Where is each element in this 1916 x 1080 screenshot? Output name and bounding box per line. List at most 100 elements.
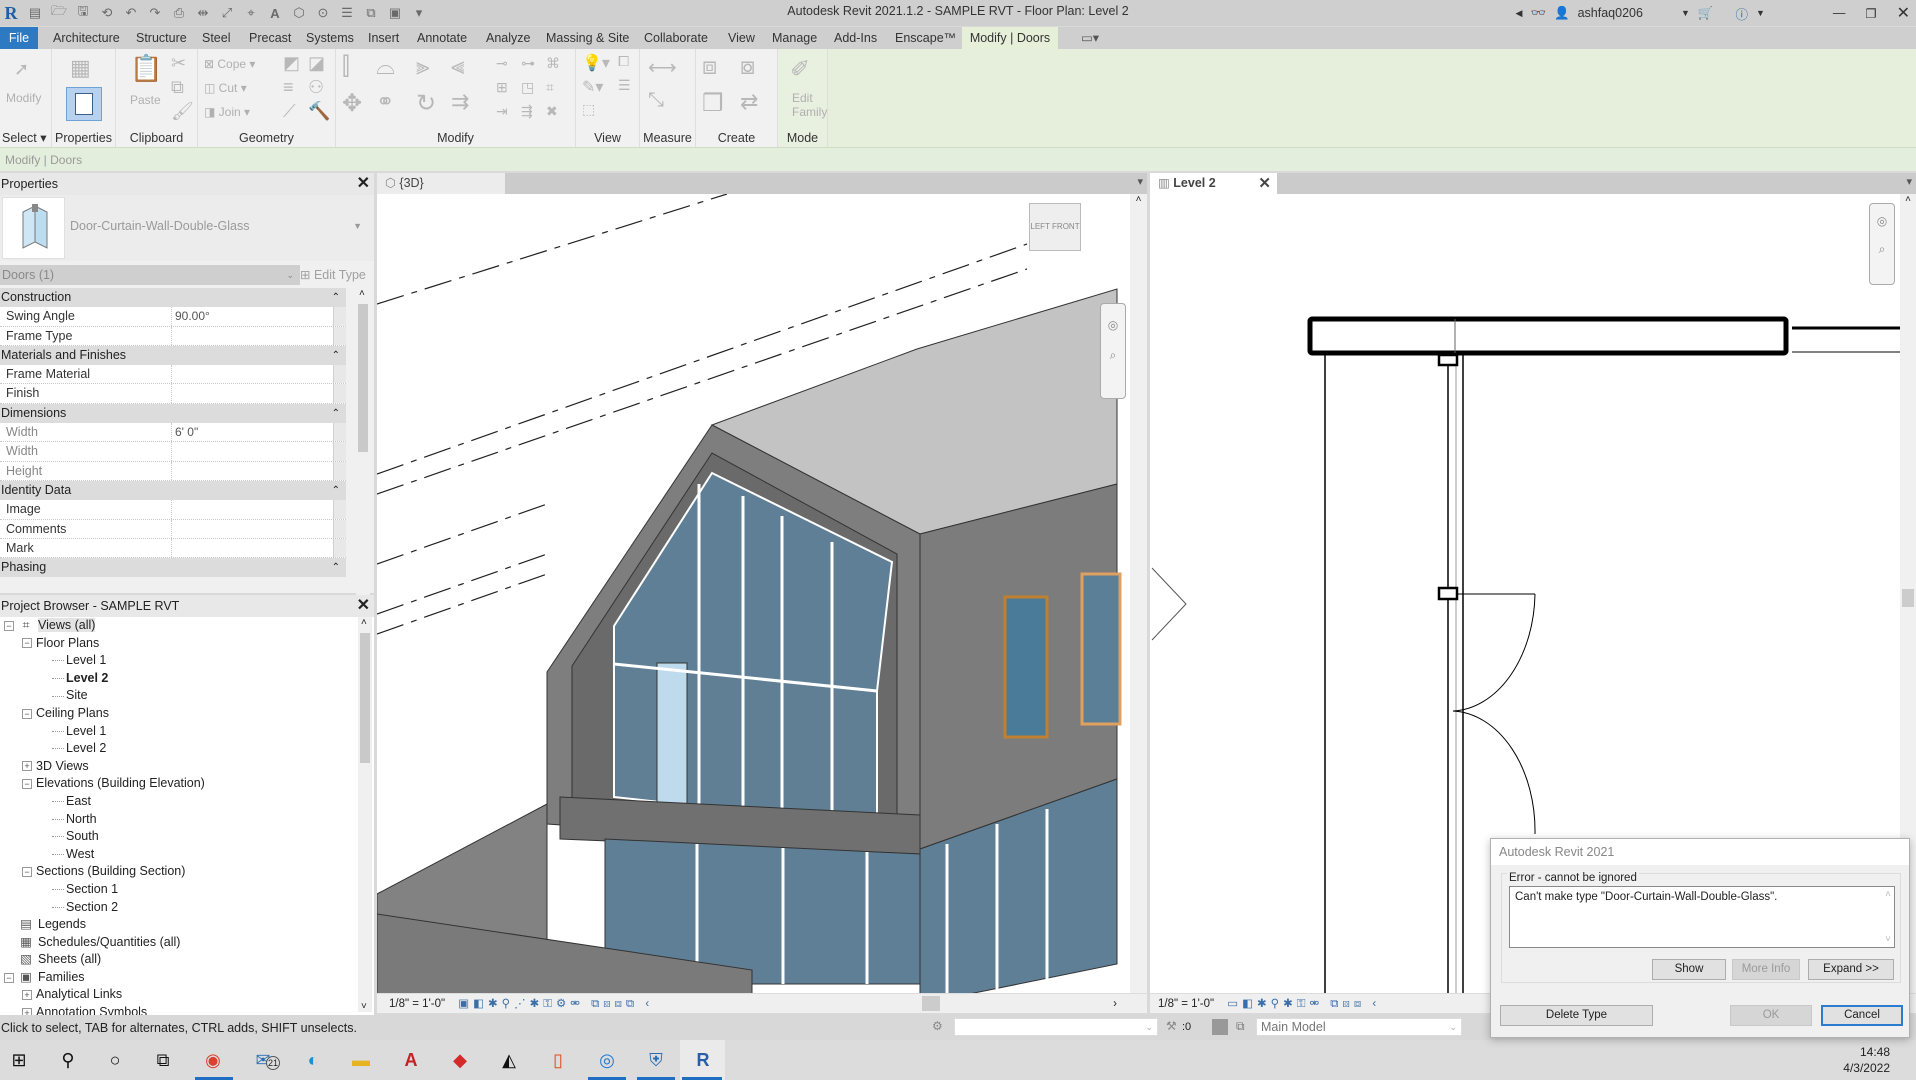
tab-collaborate[interactable]: Collaborate [638,27,714,49]
view-control-icons[interactable]: ▣◧✱⚲⋰✱⚿⚙⚮ ⧉⧇⧈⧉ ‹ [458,998,653,1010]
help-dropdown-icon[interactable]: ▼ [1756,8,1765,18]
property-value[interactable] [172,538,334,558]
browser-item[interactable]: Level 1 [0,723,356,741]
unpin-icon[interactable]: ⌘ [546,55,560,72]
split-element-icon[interactable]: ⊸ [496,55,508,72]
linework-icon[interactable]: ⟋ [283,101,296,122]
workset-dropdown[interactable]: ⌄ [954,1018,1158,1036]
browser-item[interactable]: ▤ Legends [0,916,356,934]
scrollbar-thumb[interactable] [1902,589,1914,607]
property-category[interactable]: Phasing ⌃ [0,558,346,578]
view-menu-icon[interactable]: ▾ [1906,175,1912,188]
copy-icon[interactable]: ⧉ [171,77,184,98]
view-control-icons[interactable]: ▭◧✱⚲✱⚿⚮ ⧉⧇⧈ ‹ [1227,998,1380,1010]
tab-3d-view[interactable]: ⬡ {3D} [377,173,505,194]
array-icon[interactable]: ⊞ [496,79,508,96]
paste-icon[interactable]: 📋 [130,53,162,84]
2d-wheel-icon[interactable]: ◎ [1870,214,1894,228]
start-icon[interactable]: ⊞ [6,1048,32,1072]
steering-wheel-icon[interactable]: ◎ [1101,318,1125,332]
properties-toggle-button[interactable] [66,87,102,121]
browser-item[interactable]: − Ceiling Plans [0,705,356,723]
mail-icon[interactable]: ✉ 21 [250,1048,280,1072]
tab-massing-site[interactable]: Massing & Site [540,27,635,49]
3d-model-canvas[interactable] [377,194,1129,994]
scroll-up-icon[interactable]: ˄ [1885,889,1891,900]
property-value[interactable] [172,384,334,403]
create-parts-icon[interactable]: ⧇ [740,53,755,81]
tab-annotate[interactable]: Annotate [411,27,473,49]
mirror-draw-axis-icon[interactable]: ⫷ [451,53,465,81]
close-icon[interactable]: ✕ [357,595,370,617]
browser-item[interactable]: Level 1 [0,652,356,670]
collapse-icon[interactable]: − [22,867,32,878]
task-view-icon[interactable]: ⧉ [150,1048,176,1072]
browser-item[interactable]: +3D Views [0,758,356,776]
create-similar-icon[interactable]: ⇄ [740,89,758,115]
tab-enscape[interactable]: Enscape™ [889,27,962,49]
expand-icon[interactable]: + [22,761,32,772]
worksets-icon[interactable]: ⚙ [932,1019,943,1033]
property-category[interactable]: Materials and Finishes ⌃ [0,345,346,366]
tab-file[interactable]: File [0,27,38,49]
tab-modify-doors[interactable]: Modify | Doors [962,27,1058,49]
thin-lines-view-icon[interactable]: ☰ [618,77,631,94]
tab-steel[interactable]: Steel [196,27,237,49]
security-shield-icon[interactable]: ⛨ [643,1048,669,1072]
pin-icon[interactable]: ⌗ [546,79,554,96]
exclude-options-icon[interactable]: ⧉ [1236,1019,1245,1034]
close-window-button[interactable]: ✕ [1897,3,1910,23]
paint-icon[interactable]: ◪ [308,53,325,74]
collapse-icon[interactable]: ⌃ [332,288,340,307]
rhino-icon[interactable]: ◭ [496,1048,522,1072]
tab-view[interactable]: View [722,27,761,49]
type-selector[interactable]: Door-Curtain-Wall-Double-Glass ▼ [0,195,374,261]
collapse-icon[interactable]: − [22,779,32,790]
cut-geometry-button[interactable]: ◫ Cut ▾ [204,81,247,95]
ok-button[interactable]: OK [1730,1005,1812,1026]
navigation-bar[interactable]: ◎ ⌕ [1100,303,1126,399]
scrollbar-thumb[interactable] [358,304,368,452]
collapse-icon[interactable]: − [4,620,14,631]
scroll-right-icon[interactable]: › [1113,994,1117,1014]
system-clock[interactable]: 14:48 4/3/2022 [1843,1044,1890,1076]
file-explorer-icon[interactable]: ▬ [348,1048,374,1072]
expand-button[interactable]: Expand >> [1808,959,1894,980]
tab-structure[interactable]: Structure [130,27,193,49]
design-options-icon[interactable]: ⚒ [1166,1019,1177,1033]
create-assembly-icon[interactable]: ⧈ [702,53,717,81]
browser-item[interactable]: Level 2 [0,740,356,758]
viewcube[interactable]: LEFT FRONT [1029,203,1081,251]
horizontal-scrollbar-thumb[interactable] [922,996,940,1011]
instance-filter-dropdown[interactable]: Doors (1) ⌄ [0,265,300,285]
type-dropdown-icon[interactable]: ▼ [353,221,362,231]
browser-item[interactable]: West [0,846,356,864]
tab-precast[interactable]: Precast [243,27,297,49]
property-value[interactable] [172,500,334,519]
restore-button[interactable]: ❐ [1865,6,1876,21]
view-menu-icon[interactable]: ▾ [1137,175,1143,188]
close-icon[interactable]: ✕ [357,173,370,195]
browser-item[interactable]: South [0,828,356,846]
cope-button[interactable]: ⊠ Cope ▾ [204,57,255,71]
view-scale[interactable]: 1/8" = 1'-0" [389,998,445,1010]
navigation-bar[interactable]: ◎ ⌕ [1869,203,1895,285]
type-properties-icon[interactable]: ▦ [70,55,91,81]
sketchup-icon[interactable]: ◆ [447,1048,473,1072]
expand-arrow-icon[interactable]: ◀ [1516,8,1523,19]
edge-icon[interactable]: ◐ [300,1048,326,1072]
offset-icon[interactable]: ⌓ [376,53,395,81]
scroll-down-icon[interactable]: ˅ [361,1001,367,1012]
browser-item[interactable]: Section 2 [0,899,356,917]
vertical-scrollbar[interactable]: ˄ [1130,194,1147,993]
binoculars-icon[interactable]: 👓 [1530,6,1546,21]
show-button[interactable]: Show [1652,959,1726,980]
trim-single-icon[interactable]: ⇥ [496,103,508,120]
trim-extend-icon[interactable]: ⇉ [451,89,469,115]
chrome-icon[interactable]: ◉ [200,1048,226,1072]
property-value[interactable] [172,519,334,538]
browser-item[interactable]: Section 1 [0,881,356,899]
select-dropdown[interactable]: Select ▾ [0,130,51,145]
align-icon[interactable]: ⫿ [342,53,350,81]
browser-item[interactable]: − ▣ Families [0,969,356,987]
